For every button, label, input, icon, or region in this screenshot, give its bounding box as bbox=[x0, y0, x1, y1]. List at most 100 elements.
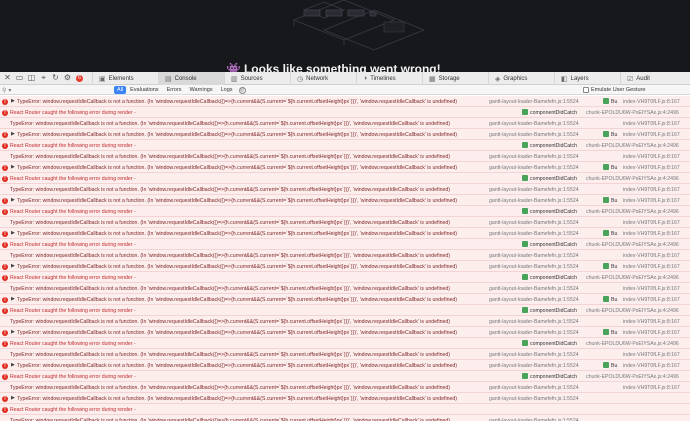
tab-console[interactable]: ▤ Console bbox=[158, 72, 224, 85]
call-source-link[interactable]: index-VH9T0fLF.js:8:167 bbox=[623, 165, 680, 171]
source-link[interactable]: gantt-layout-loader-Bamefefn.js:1:5524 bbox=[489, 99, 579, 105]
source-link[interactable]: gantt-layout-loader-Bamefefn.js:1:5524 bbox=[489, 231, 579, 237]
call-source-link[interactable]: chunk-EPOLDU6W-PsEIYSAx.js:4:2496 bbox=[586, 308, 679, 314]
emulate-checkbox[interactable] bbox=[583, 87, 589, 93]
console-row[interactable]: TypeError: window.requestIdleCallback is… bbox=[0, 283, 690, 294]
disclosure-triangle-icon[interactable]: ▶ bbox=[11, 230, 15, 236]
console-row[interactable]: ! ▶ TypeError: window.requestIdleCallback … bbox=[0, 360, 690, 371]
call-source-link[interactable]: chunk-EPOLDU6W-PsEIYSAx.js:4:2496 bbox=[586, 209, 679, 215]
group-messages-icon[interactable]: ◎ bbox=[238, 86, 246, 94]
disclosure-triangle-icon[interactable]: ▶ bbox=[11, 263, 15, 269]
tab-sources[interactable]: ▥ Sources bbox=[224, 72, 290, 85]
disclosure-triangle-icon[interactable]: ▶ bbox=[11, 131, 15, 137]
disclosure-triangle-icon[interactable]: ▶ bbox=[11, 164, 15, 170]
call-source-link[interactable]: chunk-EPOLDU6W-PsEIYSAx.js:4:2496 bbox=[586, 242, 679, 248]
call-source-link[interactable]: index-VH9T0fLF.js:8:167 bbox=[623, 297, 680, 303]
console-row[interactable]: ! ▶ TypeError: window.requestIdleCallback … bbox=[0, 327, 690, 338]
console-row[interactable]: ! React Router caught the following error… bbox=[0, 338, 690, 349]
element-picker-icon[interactable]: ⌖ bbox=[39, 74, 48, 83]
console-row[interactable]: TypeError: window.requestIdleCallback is… bbox=[0, 217, 690, 228]
call-source-link[interactable]: chunk-EPOLDU6W-PsEIYSAx.js:4:2496 bbox=[586, 341, 679, 347]
error-count-badge[interactable]: 6 bbox=[76, 74, 83, 82]
source-link[interactable]: gantt-layout-loader-Bamefefn.js:1:5524 bbox=[489, 319, 579, 325]
console-row[interactable]: ! React Router caught the following error… bbox=[0, 206, 690, 217]
source-link[interactable]: gantt-layout-loader-Bamefefn.js:1:5524 bbox=[489, 396, 579, 402]
console-row[interactable]: ! ▶ TypeError: window.requestIdleCallback … bbox=[0, 162, 690, 173]
tab-timelines[interactable]: ◑ Timelines bbox=[356, 72, 422, 85]
call-source-link[interactable]: index-VH9T0fLF.js:8:167 bbox=[623, 132, 680, 138]
undock-icon[interactable]: ◫ bbox=[27, 74, 36, 83]
tab-audit[interactable]: ☑ Audit bbox=[620, 72, 666, 85]
console-row[interactable]: TypeError: window.requestIdleCallback is… bbox=[0, 118, 690, 129]
tab-network[interactable]: ◷ Network bbox=[290, 72, 356, 85]
filter-pill-evaluations[interactable]: Evaluations bbox=[126, 86, 162, 94]
call-source-link[interactable]: index-VH9T0fLF.js:8:167 bbox=[623, 264, 680, 270]
source-link[interactable]: gantt-layout-loader-Bamefefn.js:1:5524 bbox=[489, 187, 579, 193]
console-row[interactable]: ! ▶ TypeError: window.requestIdleCallback … bbox=[0, 129, 690, 140]
source-link[interactable]: gantt-layout-loader-Bamefefn.js:1:5524 bbox=[489, 253, 579, 259]
call-source-link[interactable]: index-VH9T0fLF.js:8:167 bbox=[623, 154, 680, 160]
tab-storage[interactable]: ▦ Storage bbox=[422, 72, 488, 85]
console-row[interactable]: ! ▶ TypeError: window.requestIdleCallback … bbox=[0, 195, 690, 206]
console-row[interactable]: TypeError: window.requestIdleCallback is… bbox=[0, 382, 690, 393]
call-source-link[interactable]: index-VH9T0fLF.js:8:167 bbox=[623, 187, 680, 193]
console-row[interactable]: ! React Router caught the following error… bbox=[0, 404, 690, 415]
filter-pill-errors[interactable]: Errors bbox=[163, 86, 186, 94]
call-source-link[interactable]: chunk-EPOLDU6W-PsEIYSAx.js:4:2496 bbox=[586, 374, 679, 380]
tab-graphics[interactable]: ◈ Graphics bbox=[488, 72, 554, 85]
console-row[interactable]: TypeError: window.requestIdleCallback is… bbox=[0, 184, 690, 195]
console-row[interactable]: ! React Router caught the following error… bbox=[0, 173, 690, 184]
call-source-link[interactable]: index-VH9T0fLF.js:8:167 bbox=[623, 253, 680, 259]
call-source-link[interactable]: index-VH9T0fLF.js:8:167 bbox=[623, 99, 680, 105]
console-row[interactable]: TypeError: window.requestIdleCallback is… bbox=[0, 415, 690, 421]
tab-layers[interactable]: ◧ Layers bbox=[554, 72, 620, 85]
call-source-link[interactable]: index-VH9T0fLF.js:8:167 bbox=[623, 286, 680, 292]
call-source-link[interactable]: index-VH9T0fLF.js:8:167 bbox=[623, 330, 680, 336]
disclosure-triangle-icon[interactable]: ▶ bbox=[11, 296, 15, 302]
tab-elements[interactable]: ▣ Elements bbox=[92, 72, 158, 85]
filter-pill-logs[interactable]: Logs bbox=[217, 86, 237, 94]
source-link[interactable]: gantt-layout-loader-Bamefefn.js:1:5524 bbox=[489, 132, 579, 138]
console-row[interactable]: ! React Router caught the following error… bbox=[0, 272, 690, 283]
call-source-link[interactable]: index-VH9T0fLF.js:8:167 bbox=[623, 121, 680, 127]
source-link[interactable]: gantt-layout-loader-Bamefefn.js:1:5524 bbox=[489, 363, 579, 369]
call-source-link[interactable]: chunk-EPOLDU6W-PsEIYSAx.js:4:2496 bbox=[586, 176, 679, 182]
call-source-link[interactable]: index-VH9T0fLF.js:8:167 bbox=[623, 385, 680, 391]
disclosure-triangle-icon[interactable]: ▶ bbox=[11, 98, 15, 104]
source-link[interactable]: gantt-layout-loader-Bamefefn.js:1:5524 bbox=[489, 330, 579, 336]
filter-pill-warnings[interactable]: Warnings bbox=[186, 86, 217, 94]
source-link[interactable]: gantt-layout-loader-Bamefefn.js:1:5524 bbox=[489, 297, 579, 303]
console-log[interactable]: ! ▶ TypeError: window.requestIdleCallback … bbox=[0, 96, 690, 421]
console-row[interactable]: ! React Router caught the following error… bbox=[0, 239, 690, 250]
console-row[interactable]: TypeError: window.requestIdleCallback is… bbox=[0, 151, 690, 162]
call-source-link[interactable]: index-VH9T0fLF.js:8:167 bbox=[623, 319, 680, 325]
filter-pill-all[interactable]: All bbox=[114, 86, 127, 94]
console-row[interactable]: ! ▶ TypeError: window.requestIdleCallback … bbox=[0, 393, 690, 404]
call-source-link[interactable]: index-VH9T0fLF.js:8:167 bbox=[623, 363, 680, 369]
console-row[interactable]: ! ▶ TypeError: window.requestIdleCallback … bbox=[0, 96, 690, 107]
console-row[interactable]: ! ▶ TypeError: window.requestIdleCallback … bbox=[0, 228, 690, 239]
source-link[interactable]: gantt-layout-loader-Bamefefn.js:1:5524 bbox=[489, 264, 579, 270]
disclosure-triangle-icon[interactable]: ▶ bbox=[11, 395, 15, 401]
console-row[interactable]: ! React Router caught the following error… bbox=[0, 107, 690, 118]
disclosure-triangle-icon[interactable]: ▶ bbox=[11, 362, 15, 368]
call-source-link[interactable]: chunk-EPOLDU6W-PsEIYSAx.js:4:2496 bbox=[586, 143, 679, 149]
call-source-link[interactable]: index-VH9T0fLF.js:8:167 bbox=[623, 220, 680, 226]
emulate-user-gesture[interactable]: Emulate User Gesture bbox=[583, 86, 645, 94]
console-row[interactable]: ! React Router caught the following error… bbox=[0, 371, 690, 382]
dock-icon[interactable]: ▭ bbox=[15, 74, 24, 83]
settings-icon[interactable]: ⚙ bbox=[63, 74, 72, 83]
console-row[interactable]: ! React Router caught the following error… bbox=[0, 305, 690, 316]
source-link[interactable]: gantt-layout-loader-Bamefefn.js:1:5524 bbox=[489, 385, 579, 391]
console-row[interactable]: ! ▶ TypeError: window.requestIdleCallback … bbox=[0, 261, 690, 272]
disclosure-triangle-icon[interactable]: ▶ bbox=[11, 329, 15, 335]
close-devtools-icon[interactable]: ✕ bbox=[3, 74, 12, 83]
console-row[interactable]: TypeError: window.requestIdleCallback is… bbox=[0, 316, 690, 327]
call-source-link[interactable]: index-VH9T0fLF.js:8:167 bbox=[623, 198, 680, 204]
source-link[interactable]: gantt-layout-loader-Bamefefn.js:1:5524 bbox=[489, 220, 579, 226]
console-row[interactable]: ! React Router caught the following error… bbox=[0, 140, 690, 151]
source-link[interactable]: gantt-layout-loader-Bamefefn.js:1:5524 bbox=[489, 286, 579, 292]
source-link[interactable]: gantt-layout-loader-Bamefefn.js:1:5524 bbox=[489, 418, 579, 421]
source-link[interactable]: gantt-layout-loader-Bamefefn.js:1:5524 bbox=[489, 121, 579, 127]
source-link[interactable]: gantt-layout-loader-Bamefefn.js:1:5524 bbox=[489, 154, 579, 160]
